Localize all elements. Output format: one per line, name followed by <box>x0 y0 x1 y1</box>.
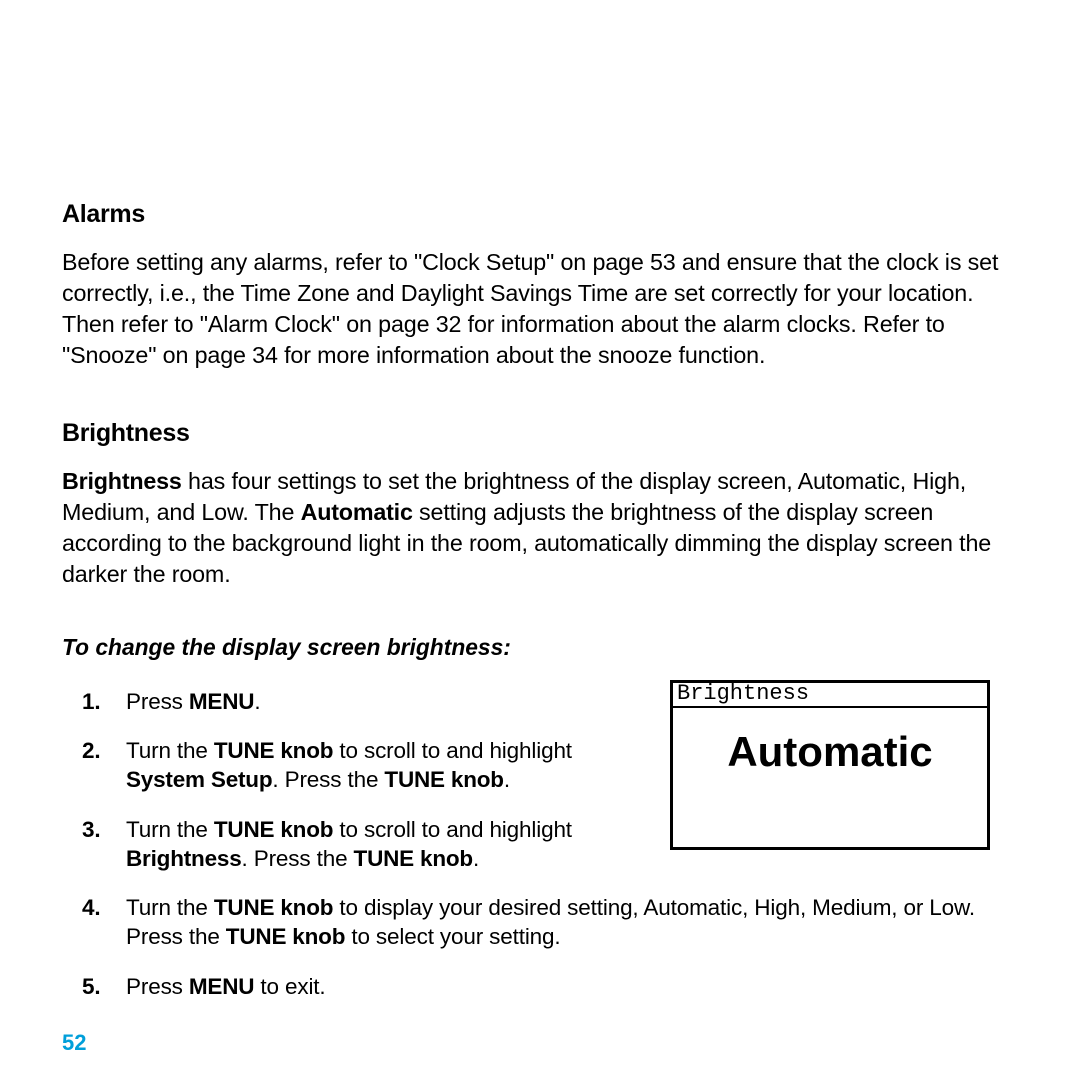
brightness-subhead: To change the display screen brightness: <box>62 634 1008 661</box>
brightness-heading: Brightness <box>62 419 1008 448</box>
step-5: Press MENU to exit. <box>126 972 1008 1001</box>
alarms-body: Before setting any alarms, refer to "Clo… <box>62 247 1008 371</box>
step-4: Turn the TUNE knob to display your desir… <box>126 893 1008 952</box>
brightness-intro: Brightness has four settings to set the … <box>62 466 1008 590</box>
page-number: 52 <box>62 1030 86 1056</box>
brightness-display-illustration: Brightness Automatic <box>670 680 990 850</box>
illustration-title: Brightness <box>673 683 987 708</box>
alarms-heading: Alarms <box>62 200 1008 229</box>
illustration-value: Automatic <box>673 708 987 776</box>
manual-page: Alarms Before setting any alarms, refer … <box>0 0 1080 1080</box>
